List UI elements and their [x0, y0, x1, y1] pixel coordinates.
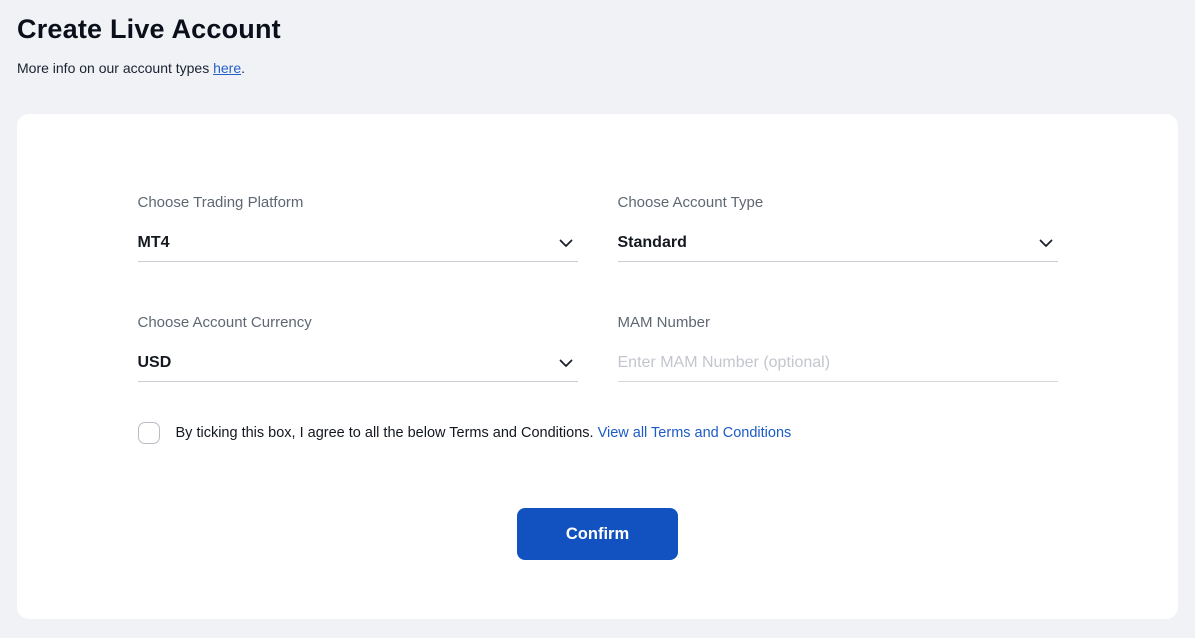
terms-checkbox[interactable] — [138, 422, 160, 444]
confirm-button[interactable]: Confirm — [517, 508, 678, 560]
field-account-currency: Choose Account Currency USD — [138, 314, 578, 382]
chevron-down-icon — [1038, 235, 1054, 251]
account-type-select[interactable]: Standard — [618, 234, 1058, 262]
create-live-account-page: Create Live Account More info on our acc… — [0, 0, 1195, 619]
trading-platform-value: MT4 — [138, 234, 170, 252]
terms-row: By ticking this box, I agree to all the … — [138, 422, 1058, 444]
account-types-info-text: More info on our account types here. — [17, 60, 1178, 76]
account-form: Choose Trading Platform MT4 Choose Accou… — [138, 114, 1058, 560]
page-title: Create Live Account — [17, 14, 1178, 45]
terms-text: By ticking this box, I agree to all the … — [176, 425, 792, 441]
field-grid: Choose Trading Platform MT4 Choose Accou… — [138, 194, 1058, 382]
mam-number-label: MAM Number — [618, 314, 1058, 331]
chevron-down-icon — [558, 355, 574, 371]
account-form-card: Choose Trading Platform MT4 Choose Accou… — [17, 114, 1178, 619]
account-types-here-link[interactable]: here — [213, 60, 241, 76]
subtitle-period: . — [241, 60, 245, 76]
account-currency-select[interactable]: USD — [138, 354, 578, 382]
view-terms-link[interactable]: View all Terms and Conditions — [598, 425, 792, 441]
mam-number-control — [618, 354, 1058, 382]
trading-platform-select[interactable]: MT4 — [138, 234, 578, 262]
mam-number-input[interactable] — [618, 354, 1058, 372]
subtitle-text: More info on our account types — [17, 60, 213, 76]
account-currency-value: USD — [138, 354, 172, 372]
field-account-type: Choose Account Type Standard — [618, 194, 1058, 262]
chevron-down-icon — [558, 235, 574, 251]
field-mam-number: MAM Number — [618, 314, 1058, 382]
terms-agreement-text: By ticking this box, I agree to all the … — [176, 425, 598, 441]
account-currency-label: Choose Account Currency — [138, 314, 578, 331]
button-row: Confirm — [138, 508, 1058, 560]
field-trading-platform: Choose Trading Platform MT4 — [138, 194, 578, 262]
account-type-label: Choose Account Type — [618, 194, 1058, 211]
trading-platform-label: Choose Trading Platform — [138, 194, 578, 211]
account-type-value: Standard — [618, 234, 687, 252]
